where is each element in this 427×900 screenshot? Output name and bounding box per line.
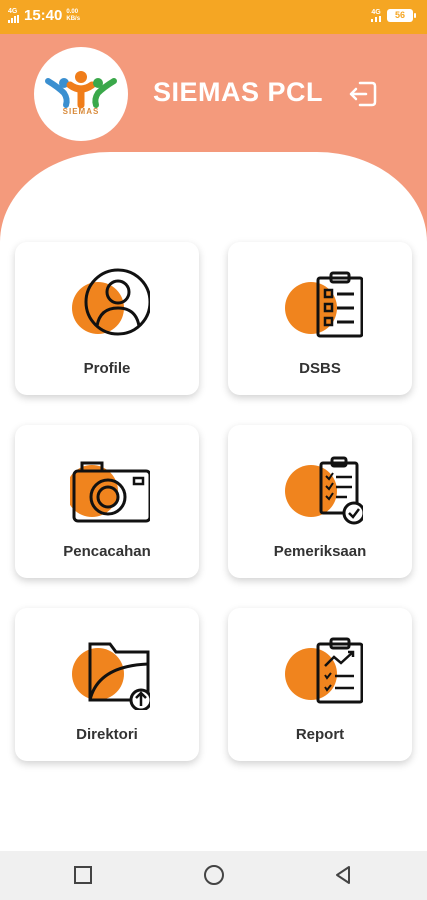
network-indicator: 4G [8,8,20,23]
cell-signal-icon [371,16,381,22]
battery-icon: 56 [387,9,416,22]
logout-button[interactable] [346,77,380,111]
signal-bars-icon [8,15,19,23]
menu-label-pemeriksaan: Pemeriksaan [273,543,367,560]
clipboard-check-icon [285,456,363,525]
logout-icon [349,81,377,107]
network-speed: 0.00 KB/s [66,9,80,23]
menu-card-pemeriksaan[interactable]: Pemeriksaan [228,425,412,578]
cell-signal: 4G [371,9,381,22]
status-bar: 4G 15:40 0.00 KB/s 4G 56 [0,0,427,34]
checklist-icon [285,271,363,338]
menu-label-pencacahan: Pencacahan [63,543,151,560]
report-icon [285,637,363,704]
profile-icon [72,268,150,336]
menu-label-direktori: Direktori [76,726,138,743]
app-title: SIEMAS PCL [153,77,324,107]
menu-label-profile: Profile [83,360,131,377]
logo-text: SIEMAS [62,107,100,116]
triangle-back-icon [336,866,350,884]
menu-label-dsbs: DSBS [299,360,341,377]
menu-card-pencacahan[interactable]: Pencacahan [15,425,199,578]
network-type: 4G [8,8,18,15]
menu-card-profile[interactable]: Profile [15,242,199,395]
circle-icon [204,865,224,885]
home-button[interactable] [203,864,225,886]
recent-apps-button[interactable] [72,864,94,886]
camera-icon [70,461,150,523]
cell-signal-label: 4G [371,9,381,16]
system-nav-bar [0,851,427,900]
menu-card-direktori[interactable]: Direktori [15,608,199,761]
folder-upload-icon [72,642,150,710]
menu-card-dsbs[interactable]: DSBS [228,242,412,395]
square-icon [74,866,92,884]
menu-card-report[interactable]: Report [228,608,412,761]
back-button[interactable] [332,864,354,886]
people-logo-icon [45,71,117,109]
menu-label-report: Report [295,726,345,743]
network-speed-value: 0.00 [66,8,79,15]
clock: 15:40 [24,7,63,24]
app-logo: SIEMAS [34,47,128,141]
network-speed-unit: KB/s [66,15,81,22]
